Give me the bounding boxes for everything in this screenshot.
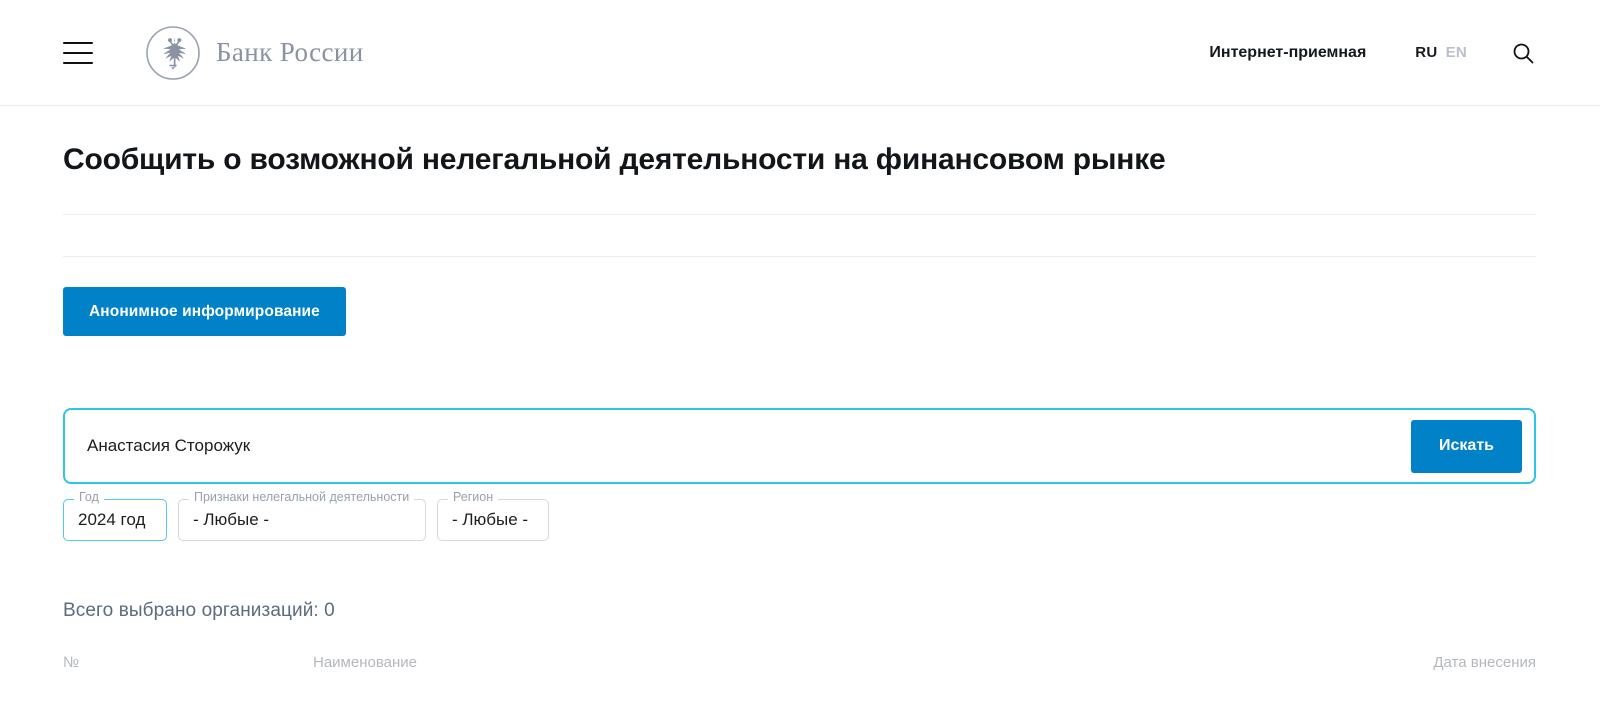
search-submit-button[interactable]: Искать	[1411, 419, 1522, 473]
lang-ru[interactable]: RU	[1415, 44, 1437, 61]
page-title: Сообщить о возможной нелегальной деятель…	[63, 143, 1166, 176]
filter-region-label: Регион	[448, 491, 499, 504]
hamburger-line	[63, 51, 93, 54]
filter-year-label: Год	[74, 491, 104, 504]
search-icon[interactable]	[1510, 40, 1536, 66]
brand-logo[interactable]: Банк России	[145, 25, 364, 81]
language-switcher: RU EN	[1415, 44, 1467, 61]
filter-illegal-activity-signs[interactable]: Признаки нелегальной деятельности - Любы…	[178, 491, 426, 541]
hamburger-line	[63, 61, 93, 64]
filter-row: Год 2024 год Признаки нелегальной деятел…	[63, 491, 1536, 541]
divider-bottom	[63, 256, 1536, 257]
hamburger-line	[63, 41, 93, 44]
brand-name: Банк России	[216, 37, 364, 67]
filter-region-value: - Любые -	[452, 510, 529, 529]
filter-year-value: 2024 год	[78, 510, 146, 529]
column-header-number: №	[63, 654, 80, 671]
divider-top	[63, 214, 1536, 215]
results-table-header: № Наименование Дата внесения	[63, 654, 1536, 671]
filter-region[interactable]: Регион - Любые -	[437, 491, 549, 541]
main-content: Сообщить о возможной нелегальной деятель…	[0, 106, 1600, 671]
filter-signs-label: Признаки нелегальной деятельности	[189, 491, 415, 504]
anonymous-report-button[interactable]: Анонимное информирование	[63, 287, 346, 336]
internet-reception-link[interactable]: Интернет-приемная	[1209, 44, 1366, 62]
filter-year[interactable]: Год 2024 год	[63, 491, 167, 541]
results-count: Всего выбрано организаций: 0	[63, 600, 335, 621]
search-bar: Искать	[63, 408, 1536, 484]
site-header: Банк России Интернет-приемная RU EN	[0, 0, 1600, 106]
header-right-group: Интернет-приемная RU EN	[1209, 40, 1536, 66]
search-input[interactable]	[65, 411, 1412, 481]
column-header-date: Дата внесения	[1433, 654, 1536, 671]
filter-signs-value: - Любые -	[193, 510, 270, 529]
double-headed-eagle-emblem	[146, 25, 200, 80]
search-icon-glyph	[1513, 43, 1534, 63]
hamburger-menu-icon[interactable]	[63, 41, 93, 64]
lang-en[interactable]: EN	[1446, 44, 1467, 61]
column-header-name: Наименование	[313, 654, 417, 671]
